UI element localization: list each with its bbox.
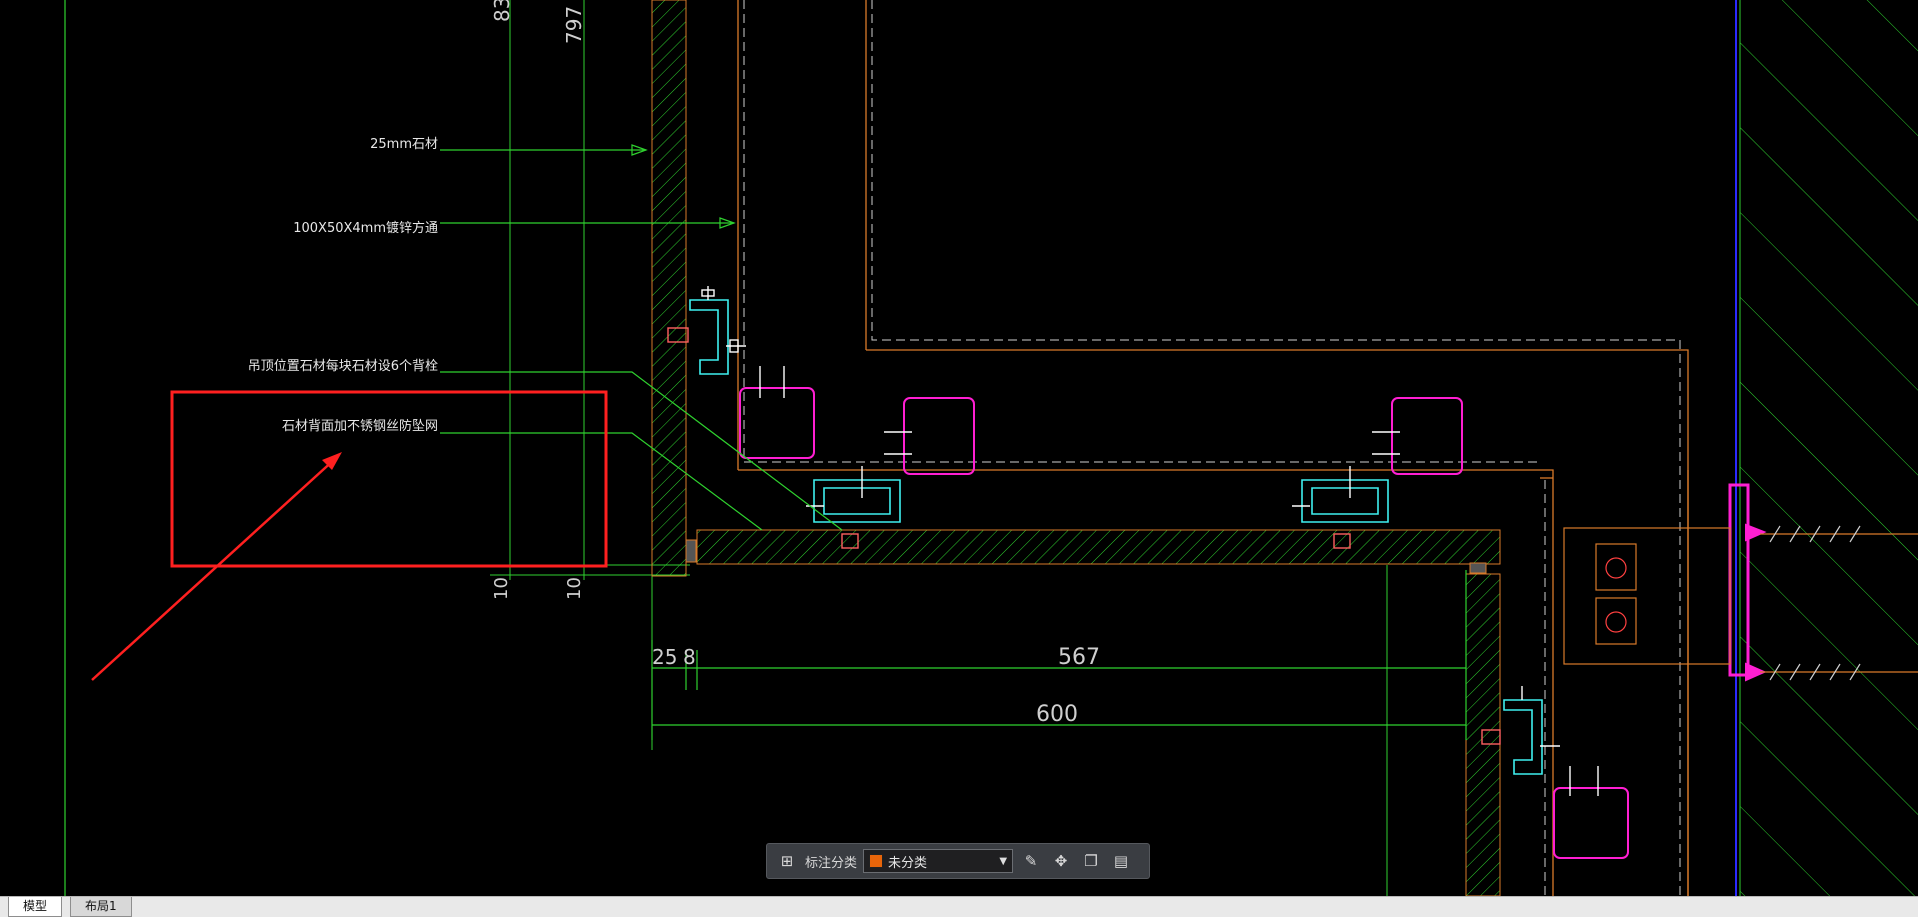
layout-tab-bar: 模型 布局1 [0,896,1918,917]
highlight-annotation [91,390,608,681]
annotation-texts: 25mm石材 100X50X4mm镀锌方通 吊顶位置石材每块石材设6个背栓 石材… [248,137,438,434]
leader-lines [440,144,843,531]
cad-drawing-canvas[interactable]: 83 797 10 10 25 8 567 600 25mm石材 100X50X… [0,0,1918,896]
annotation-toolbar: ⊞ 标注分类 未分类 ▼ ✎ ✥ ❐ ▤ [766,843,1150,879]
frame-dash [743,0,1681,896]
dim-text-600: 600 [1036,702,1078,727]
edit-icon[interactable]: ✎ [1019,849,1043,873]
dim-text-8: 8 [683,645,696,669]
toolbar-label: 标注分类 [805,855,858,871]
dim-text-567: 567 [1058,645,1100,670]
label-anti-fall-mesh: 石材背面加不锈钢丝防坠网 [282,418,438,434]
dim-text-10b: 10 [564,577,585,600]
category-select[interactable]: 未分类 ▼ [863,849,1014,873]
dim-text-25: 25 [652,645,677,669]
label-tube: 100X50X4mm镀锌方通 [293,220,438,236]
label-stone: 25mm石材 [370,137,438,152]
dimension-texts: 83 797 10 10 25 8 567 600 [490,0,1100,727]
highlight-arrow [91,457,337,681]
dim-text-83: 83 [490,0,514,22]
dim-text-10a: 10 [491,577,512,600]
chevron-down-icon: ▼ [999,855,1008,867]
category-select-value: 未分类 [888,855,928,871]
label-back-bolt: 吊顶位置石材每块石材设6个背栓 [248,358,438,374]
color-swatch [869,854,884,868]
tab-model[interactable]: 模型 [8,897,63,917]
wall-hatch [1739,0,1918,896]
move-icon[interactable]: ✥ [1049,849,1073,873]
dim-text-797: 797 [562,6,586,44]
tab-layout1[interactable]: 布局1 [70,897,132,917]
stone-panels [651,0,1501,896]
paste-icon[interactable]: ▤ [1109,849,1133,873]
steel-tubes [739,387,1767,859]
grid-icon[interactable]: ⊞ [775,849,799,873]
copy-icon[interactable]: ❐ [1079,849,1103,873]
